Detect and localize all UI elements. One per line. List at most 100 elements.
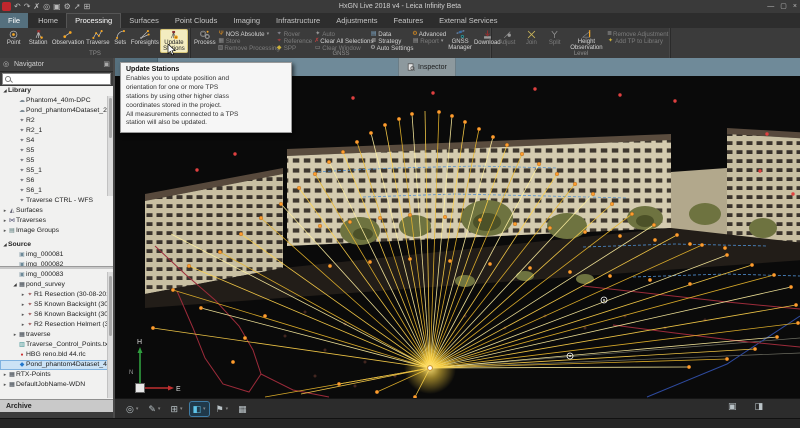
- tree-item[interactable]: Traverse CTRL - WFS: [0, 196, 113, 206]
- ribbon-small-button[interactable]: Store: [217, 38, 275, 45]
- ribbon-small-button[interactable]: Report: [411, 38, 447, 45]
- tree-item[interactable]: S5: [0, 146, 113, 156]
- background-color-button[interactable]: ◨: [751, 399, 766, 413]
- archive-section-header[interactable]: Archive: [0, 399, 113, 412]
- pin-icon[interactable]: ▣: [103, 58, 110, 71]
- station-button[interactable]: Station: [26, 29, 51, 51]
- tree-item[interactable]: S6 Known Backsight (30-08-201: [0, 310, 113, 320]
- ribbon-small-button[interactable]: Add TP to Library: [606, 38, 668, 45]
- tree-item[interactable]: img_000083: [0, 270, 113, 280]
- grid-button[interactable]: ▦▾: [235, 402, 250, 416]
- close-button[interactable]: ×: [793, 0, 797, 13]
- ribbon-tab[interactable]: External Services: [431, 13, 505, 28]
- tab-inspector[interactable]: Inspector: [398, 58, 456, 76]
- group-label-tps: TPS: [0, 51, 190, 58]
- join-icon: [526, 29, 537, 40]
- foresights-button[interactable]: Foresights: [130, 29, 160, 51]
- ribbon-small-button[interactable]: Reference: [275, 38, 314, 45]
- tree-item[interactable]: HBG reno.bld 44.rlc: [0, 350, 113, 360]
- navigator-search-input[interactable]: [2, 73, 111, 85]
- traverse-icon: [92, 29, 103, 40]
- ribbon-tab[interactable]: Point Clouds: [167, 13, 226, 28]
- viewport-toolbar: ◎▾ ✎▾ ⊞▾ ◧▾ ⚑▾▦▾: [115, 398, 800, 418]
- gnss-col-role: RoverReferenceSPP: [275, 29, 314, 52]
- ribbon-tab[interactable]: Imaging: [225, 13, 268, 28]
- traverse-button[interactable]: Traverse: [85, 29, 110, 51]
- ribbon-small-button[interactable]: NOS Absolute: [217, 31, 275, 38]
- ribbon-small-button[interactable]: Auto: [313, 31, 369, 38]
- tree-item[interactable]: RTX-Points: [0, 370, 113, 380]
- svg-text:E: E: [176, 386, 181, 393]
- minimap-button[interactable]: ▣: [725, 399, 740, 413]
- tree-item[interactable]: DefaultJobName-WDN: [0, 380, 113, 390]
- chevron-down-icon: ▾: [226, 406, 229, 412]
- join-button[interactable]: Join: [520, 29, 542, 51]
- height-observation-button[interactable]: Height Observation: [567, 29, 606, 51]
- ribbon-tab[interactable]: File: [0, 13, 28, 28]
- title-bar: ↶↷✗◎▣⚙➚⊞ HxGN Live 2018 v4 - Leica Infin…: [0, 0, 800, 14]
- ribbon-small-button[interactable]: Strategy: [369, 38, 411, 45]
- svg-text:N: N: [129, 370, 133, 376]
- tree-item[interactable]: S5 Known Backsight (30-08-201: [0, 300, 113, 310]
- tree-item[interactable]: S5_1: [0, 166, 113, 176]
- station-icon: [33, 29, 44, 40]
- ribbon-small-button[interactable]: Data: [369, 31, 411, 38]
- source-section-header[interactable]: Source: [0, 240, 113, 250]
- tree-item[interactable]: img_000081: [0, 250, 113, 260]
- tree-item[interactable]: S6_1: [0, 186, 113, 196]
- tree-item[interactable]: R1 Resection (30-08-2018 09:51: [0, 290, 113, 300]
- navigator-header: ◎ Navigator ▣: [0, 58, 113, 72]
- station-marker[interactable]: [428, 366, 433, 371]
- tree-item[interactable]: S4: [0, 136, 113, 146]
- ribbon: Point Station Observation Traverse Sets …: [0, 28, 800, 60]
- ribbon-small-button[interactable]: Remove Adjustment: [606, 31, 668, 38]
- measure-button[interactable]: ✎▾: [145, 402, 163, 416]
- tree-item[interactable]: S6: [0, 176, 113, 186]
- tree-item[interactable]: Pond_phantom4Dataset_40m_GCPs: [0, 360, 113, 370]
- tooltip-body: Enables you to update position and orien…: [126, 75, 286, 128]
- minimize-button[interactable]: —: [767, 0, 774, 13]
- tree-item[interactable]: R2_1: [0, 126, 113, 136]
- sets-button[interactable]: Sets: [111, 29, 130, 51]
- view-cube-button[interactable]: ◧▾: [190, 402, 209, 416]
- ribbon-small-button[interactable]: Advanced: [411, 31, 447, 38]
- observation-button[interactable]: Observation: [51, 29, 85, 51]
- ribbon-tab[interactable]: Home: [30, 13, 66, 28]
- tree-item[interactable]: R2: [0, 116, 113, 126]
- tree-section[interactable]: Image Groups: [0, 226, 113, 236]
- library-items: Phantom4_40m-DPCPond_phantom4Dataset_20R…: [0, 96, 113, 206]
- tree-item[interactable]: traverse: [0, 330, 113, 340]
- flag-button[interactable]: ⚑▾: [213, 402, 232, 416]
- restore-button[interactable]: ▢: [780, 0, 787, 13]
- library-section-header[interactable]: Library: [0, 86, 113, 96]
- display-settings-button[interactable]: ⊞▾: [167, 402, 185, 416]
- ribbon-small-button[interactable]: Rover: [275, 31, 314, 38]
- tree-item[interactable]: S5: [0, 156, 113, 166]
- tree-section[interactable]: Traverses: [0, 216, 113, 226]
- tree-section[interactable]: Surfaces: [0, 206, 113, 216]
- tree-item[interactable]: Pond_phantom4Dataset_20: [0, 106, 113, 116]
- process-button[interactable]: Process: [193, 29, 217, 51]
- tree-item[interactable]: R2 Resection Helmert (30-08-20: [0, 320, 113, 330]
- tree-item[interactable]: Phantom4_40m-DPC: [0, 96, 113, 106]
- ribbon-small-button[interactable]: Clear All Selections: [313, 38, 369, 45]
- gnss-manager-button[interactable]: GNSS Manager: [447, 29, 473, 51]
- navigator-icon: ◎: [3, 58, 9, 71]
- ribbon-tab-bar: FileHomeProcessingSurfacesPoint CloudsIm…: [0, 13, 800, 28]
- split-button[interactable]: Split: [543, 29, 567, 51]
- ribbon-tab[interactable]: Features: [386, 13, 432, 28]
- adjust-button[interactable]: Adjust: [494, 29, 520, 51]
- ribbon-tab[interactable]: Adjustments: [328, 13, 385, 28]
- ribbon-tab[interactable]: Surfaces: [121, 13, 167, 28]
- point-button[interactable]: Point: [2, 29, 26, 51]
- ribbon-tab[interactable]: Processing: [66, 13, 121, 28]
- tree-item[interactable]: pond_survey: [0, 280, 113, 290]
- select-mode-button[interactable]: ◎▾: [123, 402, 141, 416]
- ribbon-tab[interactable]: Infrastructure: [268, 13, 328, 28]
- ribbon-group-tps: Point Station Observation Traverse Sets …: [0, 28, 191, 58]
- tree-splitter[interactable]: [0, 266, 113, 269]
- viewport-toolbar-right: ▣◨: [725, 399, 766, 413]
- height-observation-icon: [581, 29, 592, 39]
- chevron-down-icon: ▾: [203, 406, 206, 412]
- tree-item[interactable]: Traverse_Control_Points.txt: [0, 340, 113, 350]
